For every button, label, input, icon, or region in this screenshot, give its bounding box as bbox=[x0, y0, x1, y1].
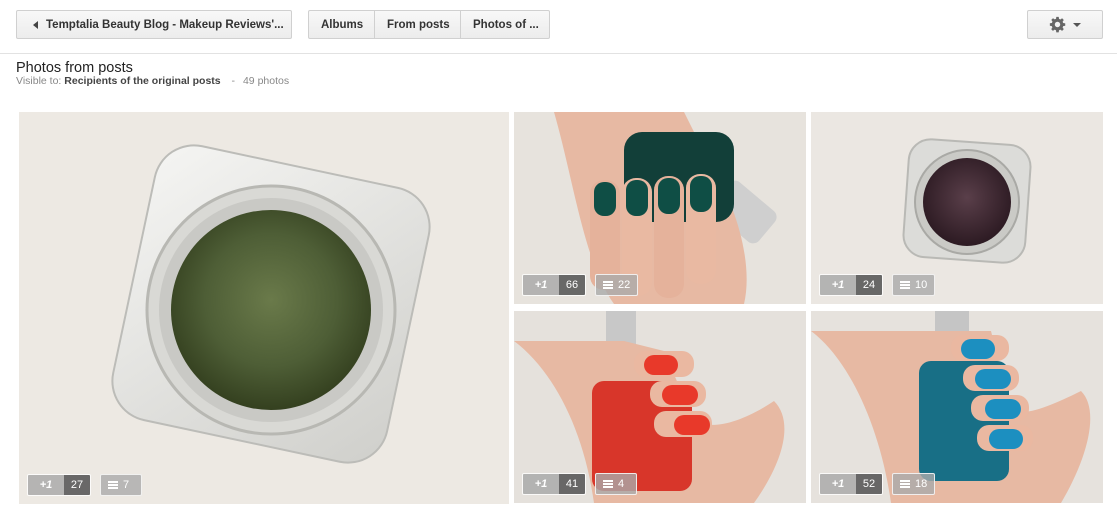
comment-icon bbox=[603, 480, 613, 488]
tab-photos-of[interactable]: Photos of ... bbox=[461, 11, 549, 38]
comments-button[interactable]: 22 bbox=[595, 274, 639, 296]
separator: - bbox=[231, 75, 236, 87]
settings-button[interactable] bbox=[1027, 10, 1103, 39]
comment-icon bbox=[108, 481, 118, 489]
visible-to-value: Recipients of the original posts bbox=[64, 75, 221, 87]
plus-one-count: 24 bbox=[856, 275, 882, 295]
photo-tile[interactable]: +1 27 7 bbox=[19, 112, 509, 504]
plus-one-button[interactable]: +1 52 bbox=[819, 473, 883, 495]
photo-actions: +1 66 22 bbox=[522, 274, 639, 296]
comments-button[interactable]: 10 bbox=[892, 274, 936, 296]
tab-from-posts[interactable]: From posts bbox=[375, 11, 461, 38]
comment-count: 18 bbox=[915, 478, 928, 490]
photo-tile[interactable]: +1 52 18 bbox=[811, 311, 1103, 503]
chevron-down-icon bbox=[1073, 22, 1081, 27]
comments-button[interactable]: 18 bbox=[892, 473, 936, 495]
plus-one-label: +1 bbox=[523, 275, 559, 295]
plus-one-button[interactable]: +1 24 bbox=[819, 274, 883, 296]
photo-actions: +1 52 18 bbox=[819, 473, 936, 495]
plus-one-count: 52 bbox=[856, 474, 882, 494]
back-arrow-icon bbox=[33, 20, 38, 29]
photo-tile[interactable]: +1 24 10 bbox=[811, 112, 1103, 304]
visible-to-label: Visible to: bbox=[16, 75, 62, 87]
green-eyeshadow-image bbox=[19, 112, 509, 504]
photo-actions: +1 27 7 bbox=[27, 474, 142, 496]
photo-tile[interactable]: +1 41 4 bbox=[514, 311, 806, 503]
plus-one-label: +1 bbox=[820, 275, 856, 295]
photo-actions: +1 24 10 bbox=[819, 274, 936, 296]
comment-icon bbox=[603, 281, 613, 289]
comments-button[interactable]: 4 bbox=[595, 473, 637, 495]
comment-icon bbox=[900, 281, 910, 289]
comment-count: 4 bbox=[618, 478, 625, 490]
photo-count: 49 photos bbox=[242, 75, 290, 87]
back-button-label: Temptalia Beauty Blog - Makeup Reviews'.… bbox=[46, 18, 284, 31]
album-tabs: Albums From posts Photos of ... bbox=[308, 10, 550, 39]
plus-one-button[interactable]: +1 27 bbox=[27, 474, 91, 496]
plus-one-count: 27 bbox=[64, 475, 90, 495]
back-button[interactable]: Temptalia Beauty Blog - Makeup Reviews'.… bbox=[16, 10, 292, 39]
gear-icon bbox=[1049, 16, 1066, 33]
plus-one-button[interactable]: +1 66 bbox=[522, 274, 586, 296]
tab-albums[interactable]: Albums bbox=[309, 11, 375, 38]
plus-one-count: 66 bbox=[559, 275, 585, 295]
comments-button[interactable]: 7 bbox=[100, 474, 142, 496]
comment-count: 7 bbox=[123, 479, 130, 491]
comment-icon bbox=[900, 480, 910, 488]
visibility-line: Visible to: Recipients of the original p… bbox=[16, 75, 289, 87]
plus-one-label: +1 bbox=[28, 475, 64, 495]
plus-one-button[interactable]: +1 41 bbox=[522, 473, 586, 495]
photo-tile[interactable]: +1 66 22 bbox=[514, 112, 806, 304]
photo-actions: +1 41 4 bbox=[522, 473, 637, 495]
comment-count: 10 bbox=[915, 279, 928, 291]
page-title: Photos from posts bbox=[16, 60, 133, 76]
comment-count: 22 bbox=[618, 279, 631, 291]
plus-one-count: 41 bbox=[559, 474, 585, 494]
top-bar: Temptalia Beauty Blog - Makeup Reviews'.… bbox=[0, 0, 1117, 54]
plus-one-label: +1 bbox=[820, 474, 856, 494]
plus-one-label: +1 bbox=[523, 474, 559, 494]
